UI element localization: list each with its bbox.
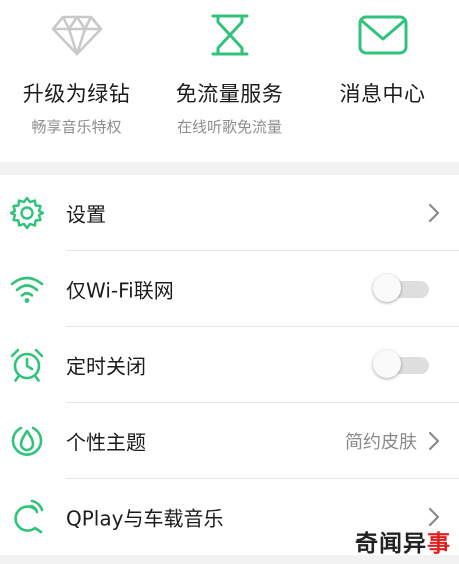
feature-tiles: 升级为绿钻 畅享音乐特权 免流量服务 在线听歌免流量 消息中心 (0, 0, 459, 162)
feature-subtitle: 在线听歌免流量 (176, 118, 282, 136)
sleep-timer-toggle[interactable] (373, 350, 431, 380)
sleep-timer-row: 定时关闭 (0, 327, 459, 403)
qq-music-more-page: 升级为绿钻 畅享音乐特权 免流量服务 在线听歌免流量 消息中心 设置 仅Wi-F… (0, 0, 459, 564)
watermark-text: 奇闻异 (355, 531, 427, 557)
feature-title: 免流量服务 (175, 82, 284, 106)
row-label: QPlay与车载音乐 (66, 506, 224, 531)
data-free-service-tile[interactable]: 免流量服务 在线听歌免流量 (153, 0, 306, 162)
wifi-only-row: 仅Wi-Fi联网 (0, 251, 459, 327)
theme-icon (8, 422, 46, 460)
feature-title: 消息中心 (339, 82, 426, 106)
alarm-clock-icon (8, 346, 46, 384)
row-label: 个性主题 (66, 430, 146, 455)
chevron-right-icon (428, 203, 440, 223)
watermark-text-red: 事 (427, 531, 451, 557)
watermark: 奇闻异事 (355, 524, 451, 558)
wifi-only-toggle[interactable] (373, 274, 431, 304)
hourglass-icon (204, 12, 256, 58)
chevron-right-icon (428, 431, 440, 451)
row-label: 仅Wi-Fi联网 (66, 278, 174, 303)
feature-title: 升级为绿钻 (22, 82, 131, 106)
toggle-knob (373, 274, 401, 302)
settings-row[interactable]: 设置 (0, 175, 459, 251)
section-divider (0, 162, 459, 175)
qplay-icon (8, 498, 46, 536)
row-label: 定时关闭 (66, 354, 146, 379)
current-theme-value: 简约皮肤 (345, 432, 417, 453)
settings-list: 设置 仅Wi-Fi联网 定时关闭 个性主题 简约皮肤 QPlay与车载音乐 (0, 175, 459, 555)
gear-icon (8, 194, 46, 232)
personal-theme-row[interactable]: 个性主题 简约皮肤 (0, 403, 459, 479)
row-label: 设置 (66, 202, 106, 227)
diamond-icon (51, 12, 103, 58)
feature-subtitle: 畅享音乐特权 (31, 118, 122, 136)
mail-icon (357, 12, 409, 58)
wifi-icon (8, 270, 46, 308)
toggle-knob (373, 350, 401, 378)
message-center-tile[interactable]: 消息中心 (306, 0, 459, 162)
upgrade-green-diamond-tile[interactable]: 升级为绿钻 畅享音乐特权 (0, 0, 153, 162)
